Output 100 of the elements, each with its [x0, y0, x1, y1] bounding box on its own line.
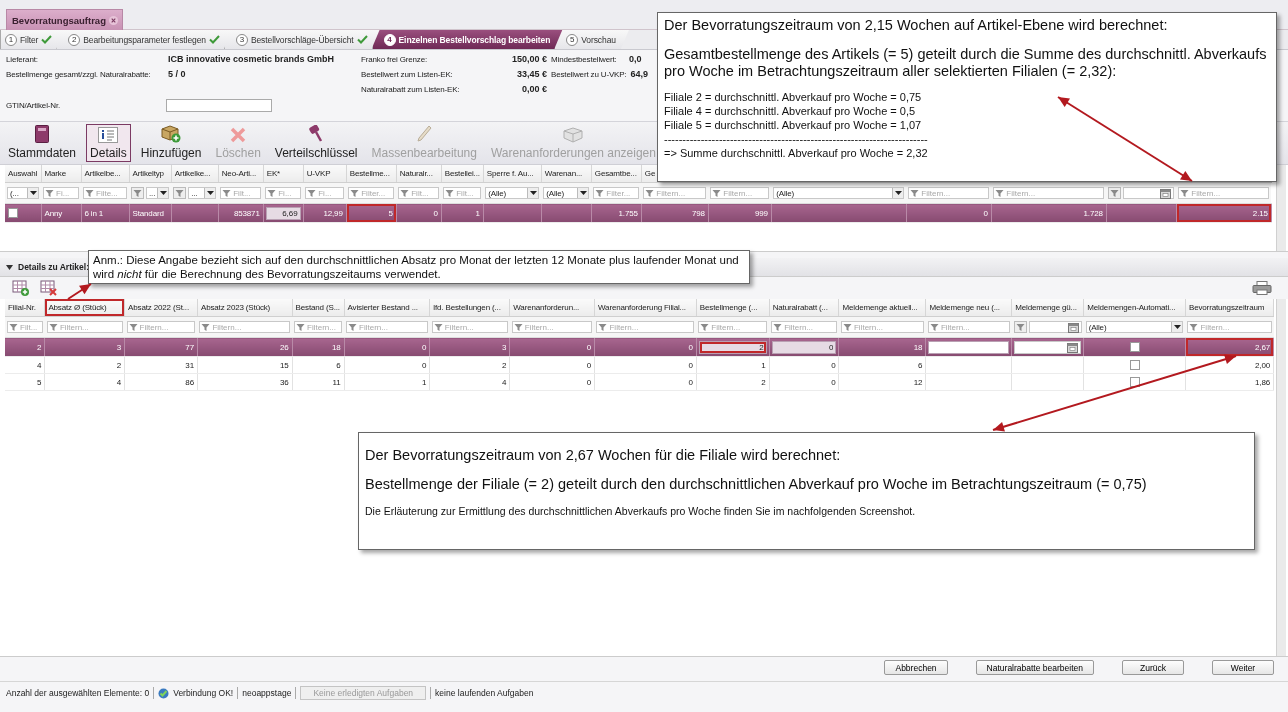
column-header[interactable]: lfd. Bestellungen (... [429, 299, 510, 317]
toolbar-button[interactable]: Verteilschlüssel [270, 122, 362, 162]
filter-field[interactable]: Filt... [443, 187, 482, 199]
column-header[interactable]: Naturalr... [396, 165, 442, 183]
filter-field[interactable]: Filtern... [643, 187, 707, 199]
date-field[interactable] [1028, 321, 1082, 333]
grid-add-icon[interactable] [12, 279, 30, 297]
column-header[interactable]: Avisierter Bestand ... [344, 299, 430, 317]
column-header[interactable]: Warenanforderun... [509, 299, 595, 317]
column-header[interactable]: Absatz Ø (Stück) [44, 299, 125, 317]
column-header[interactable]: Bestellme... [346, 165, 397, 183]
wizard-step[interactable]: 5 Vorschau [554, 30, 629, 49]
column-header[interactable]: Bestellei... [441, 165, 484, 183]
filter-field[interactable]: Filter... [593, 187, 640, 199]
filter-dropdown[interactable]: (Alle) [543, 187, 590, 199]
wizard-step[interactable]: 3 Bestellvorschläge-Übersicht [223, 30, 381, 49]
filter-field[interactable]: Filtern... [511, 321, 593, 333]
checkbox[interactable] [1129, 377, 1140, 387]
filter-button[interactable] [173, 187, 187, 199]
filter-field[interactable]: Filtern... [710, 187, 770, 199]
column-header[interactable]: Warenan... [541, 165, 592, 183]
scrollbar[interactable] [1276, 165, 1286, 251]
filter-field[interactable]: Filtern... [927, 321, 1010, 333]
filter-button[interactable] [1013, 321, 1027, 333]
filter-field[interactable]: Filte... [83, 187, 127, 199]
column-header[interactable]: Artikelbe... [81, 165, 129, 183]
filter-field[interactable]: Filtern... [1178, 187, 1270, 199]
column-header[interactable]: Naturalrabatt (... [769, 299, 839, 317]
wizard-step[interactable]: 1 Filter [0, 30, 66, 49]
column-header[interactable]: Absatz 2022 (St... [124, 299, 198, 317]
filter-field[interactable]: Filtern... [431, 321, 508, 333]
column-header[interactable]: Artikeltyp [129, 165, 172, 183]
filter-field[interactable]: Fi... [305, 187, 345, 199]
date-field[interactable] [1123, 187, 1175, 199]
filter-field[interactable]: Filtern... [46, 321, 123, 333]
dialog-button[interactable]: Naturalrabatte bearbeiten [975, 660, 1094, 675]
dialog-button[interactable]: Weiter [1212, 660, 1274, 675]
dialog-button[interactable]: Zurück [1122, 660, 1184, 675]
wizard-step[interactable]: 2 Bearbeitungsparameter festlegen [56, 30, 233, 49]
filter-dropdown[interactable]: ... [188, 187, 217, 199]
table-row[interactable]: 4 2 31 15 6 0 2 0 0 1 0 6 2,00 [5, 356, 1274, 374]
table-row[interactable]: Anny 6 in 1 Standard 853871 6,69 12,99 5 0 1 1.755 798 999 0 1.728 2.15 [5, 203, 1272, 223]
printer-icon[interactable] [1252, 281, 1274, 295]
toolbar-button[interactable]: Details [86, 124, 131, 162]
checkbox[interactable] [1129, 360, 1140, 370]
column-header[interactable]: Marke [41, 165, 81, 183]
filter-field[interactable]: Filtern... [1187, 321, 1272, 333]
filter-field[interactable]: Filt... [220, 187, 262, 199]
filter-dropdown[interactable]: (... [7, 187, 39, 199]
column-header[interactable]: Bevorratungszeitraum [1185, 299, 1274, 317]
filter-field[interactable]: Filtern... [771, 321, 837, 333]
column-header[interactable]: Auswahl [5, 165, 41, 183]
filter-field[interactable]: Fi... [265, 187, 302, 199]
grid-remove-icon[interactable] [40, 279, 58, 297]
filter-field[interactable]: Filtern... [199, 321, 291, 333]
filter-dropdown[interactable]: (Alle) [773, 187, 905, 199]
filter-field[interactable]: Filtern... [126, 321, 196, 333]
filter-field[interactable]: Filtern... [908, 187, 990, 199]
column-header[interactable]: Neo-Arti... [218, 165, 264, 183]
column-header[interactable]: Meldemenge aktuell... [839, 299, 926, 317]
column-header[interactable]: U-VKP [303, 165, 347, 183]
dialog-button[interactable]: Abbrechen [884, 660, 948, 675]
document-tab[interactable]: Bevorratungsauftrag [6, 9, 123, 30]
input-field[interactable]: 0 [771, 340, 837, 354]
table-row[interactable]: 2 3 77 26 18 0 3 0 0 2 0 18 2,67 [5, 337, 1274, 357]
column-header[interactable]: Filial-Nr. [5, 299, 45, 317]
filter-field[interactable]: Filtern... [346, 321, 428, 333]
date-field[interactable] [1014, 340, 1082, 354]
filter-dropdown[interactable]: (Alle) [485, 187, 540, 199]
filter-field[interactable]: Filtern... [841, 321, 924, 333]
column-header[interactable]: Bestand (S... [292, 299, 345, 317]
filter-field[interactable]: Filt... [398, 187, 440, 199]
filter-button[interactable] [1108, 187, 1122, 199]
filter-field[interactable]: Filt... [7, 321, 43, 333]
filter-field[interactable]: Fi... [43, 187, 79, 199]
column-header[interactable]: Absatz 2023 (Stück) [197, 299, 293, 317]
input-field[interactable]: 2 [698, 340, 767, 354]
column-header[interactable]: Warenanforderung Filial... [594, 299, 697, 317]
filter-dropdown[interactable]: ... [146, 187, 170, 199]
column-header[interactable]: Meldemenge neu (... [925, 299, 1012, 317]
checkbox[interactable] [1129, 342, 1140, 352]
toolbar-button[interactable]: Hinzufügen [136, 122, 206, 162]
input-field[interactable]: 6,69 [265, 206, 301, 220]
filter-field[interactable]: Filtern... [294, 321, 343, 333]
column-header[interactable]: Bestellmenge (... [696, 299, 770, 317]
table-row[interactable]: 5 4 86 36 11 1 4 0 0 2 0 12 1,86 [5, 373, 1274, 391]
column-header[interactable]: Artikelke... [171, 165, 219, 183]
scrollbar[interactable] [1276, 299, 1286, 656]
collapse-icon[interactable] [6, 264, 13, 270]
column-header[interactable]: Sperre f. Au... [483, 165, 542, 183]
column-header[interactable]: Gesamtbe... [591, 165, 642, 183]
column-header[interactable]: Meldemenge gü... [1011, 299, 1084, 317]
toolbar-button[interactable]: Stammdaten [4, 122, 81, 162]
filter-field[interactable]: Filtern... [596, 321, 695, 333]
filter-field[interactable]: Filter... [348, 187, 395, 199]
input-field[interactable] [166, 98, 272, 112]
input-field[interactable] [928, 340, 1010, 354]
column-header[interactable]: Meldemengen-Automati... [1083, 299, 1186, 317]
checkbox[interactable] [8, 208, 18, 218]
wizard-step[interactable]: 4 Einzelnen Bestellvorschlag bearbeiten [371, 30, 564, 49]
